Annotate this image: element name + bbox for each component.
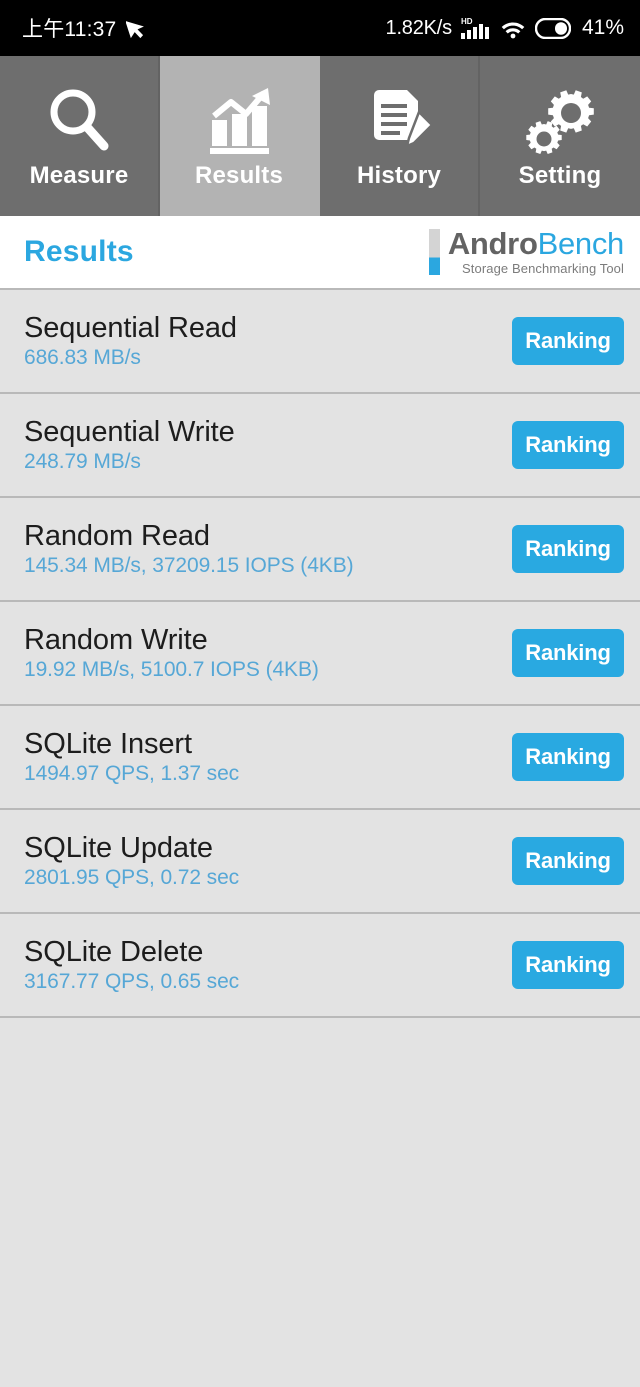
table-row[interactable]: Random Read 145.34 MB/s, 37209.15 IOPS (… bbox=[0, 498, 640, 602]
result-name: SQLite Insert bbox=[24, 727, 192, 760]
bar-chart-icon bbox=[202, 84, 276, 158]
row-text: SQLite Update 2801.95 QPS, 0.72 sec bbox=[24, 831, 240, 890]
result-value: 1494.97 QPS, 1.37 sec bbox=[24, 762, 240, 786]
result-name: Random Read bbox=[24, 519, 210, 552]
row-text: Sequential Read 686.83 MB/s bbox=[24, 311, 237, 370]
table-row[interactable]: Random Write 19.92 MB/s, 5100.7 IOPS (4K… bbox=[0, 602, 640, 706]
result-value: 19.92 MB/s, 5100.7 IOPS (4KB) bbox=[24, 658, 319, 682]
result-value: 686.83 MB/s bbox=[24, 346, 141, 370]
wifi-icon bbox=[501, 22, 525, 39]
logo-name-first: Andro bbox=[447, 226, 538, 262]
ranking-button[interactable]: Ranking bbox=[512, 941, 624, 989]
table-row[interactable]: SQLite Insert 1494.97 QPS, 1.37 sec Rank… bbox=[0, 706, 640, 810]
tab-measure-label: Measure bbox=[29, 162, 129, 189]
logo-name: AndroBench bbox=[448, 228, 624, 260]
table-row[interactable]: SQLite Update 2801.95 QPS, 0.72 sec Rank… bbox=[0, 810, 640, 914]
androbench-logo: AndroBench Storage Benchmarking Tool bbox=[428, 228, 624, 276]
result-value: 2801.95 QPS, 0.72 sec bbox=[24, 866, 240, 890]
result-value: 145.34 MB/s, 37209.15 IOPS (4KB) bbox=[24, 554, 354, 578]
ranking-button[interactable]: Ranking bbox=[512, 421, 624, 469]
status-bar-left: 上午11:37 bbox=[22, 13, 148, 43]
network-speed-text: 1.82K/s bbox=[385, 16, 453, 39]
ranking-button[interactable]: Ranking bbox=[512, 837, 624, 885]
list-empty-area bbox=[0, 1018, 640, 1387]
tab-setting[interactable]: Setting bbox=[480, 56, 640, 216]
hd-signal-icon: HD bbox=[460, 17, 489, 39]
row-text: SQLite Delete 3167.77 QPS, 0.65 sec bbox=[24, 935, 240, 994]
result-name: Sequential Read bbox=[24, 311, 237, 344]
row-text: Random Write 19.92 MB/s, 5100.7 IOPS (4K… bbox=[24, 623, 319, 682]
result-name: Sequential Write bbox=[24, 415, 235, 448]
magnifier-icon bbox=[42, 84, 116, 158]
gears-icon bbox=[523, 84, 597, 158]
document-pencil-icon bbox=[362, 84, 436, 158]
tab-history-label: History bbox=[356, 162, 442, 189]
tab-bar: Measure Results History Setting bbox=[0, 56, 640, 216]
page-title: Results bbox=[24, 235, 134, 268]
ranking-button[interactable]: Ranking bbox=[512, 317, 624, 365]
battery-icon bbox=[534, 17, 571, 39]
tab-results[interactable]: Results bbox=[160, 56, 320, 216]
row-text: Sequential Write 248.79 MB/s bbox=[24, 415, 235, 474]
row-text: SQLite Insert 1494.97 QPS, 1.37 sec bbox=[24, 727, 240, 786]
battery-percent-text: 41% bbox=[581, 16, 624, 39]
cursor-arrow-icon bbox=[126, 20, 145, 39]
tab-measure[interactable]: Measure bbox=[0, 56, 160, 216]
page-header: Results AndroBench Storage Benchmarking … bbox=[0, 216, 640, 290]
ranking-button[interactable]: Ranking bbox=[512, 525, 624, 573]
tab-history[interactable]: History bbox=[320, 56, 480, 216]
app-screen: 上午11:37 1.82K/s HD 41% Measure Results H… bbox=[0, 0, 640, 1387]
logo-text: AndroBench Storage Benchmarking Tool bbox=[448, 228, 624, 276]
table-row[interactable]: Sequential Write 248.79 MB/s Ranking bbox=[0, 394, 640, 498]
status-bar: 上午11:37 1.82K/s HD 41% bbox=[0, 0, 640, 56]
logo-name-second: Bench bbox=[537, 226, 625, 262]
row-text: Random Read 145.34 MB/s, 37209.15 IOPS (… bbox=[24, 519, 354, 578]
logo-bar-icon bbox=[428, 228, 440, 275]
table-row[interactable]: Sequential Read 686.83 MB/s Ranking bbox=[0, 290, 640, 394]
tab-results-label: Results bbox=[194, 162, 284, 189]
result-name: SQLite Update bbox=[24, 831, 213, 864]
table-row[interactable]: SQLite Delete 3167.77 QPS, 0.65 sec Rank… bbox=[0, 914, 640, 1018]
result-name: SQLite Delete bbox=[24, 935, 204, 968]
clock-text: 上午11:37 bbox=[22, 18, 117, 41]
result-name: Random Write bbox=[24, 623, 208, 656]
ranking-button[interactable]: Ranking bbox=[512, 733, 624, 781]
logo-tagline: Storage Benchmarking Tool bbox=[462, 260, 624, 276]
result-value: 248.79 MB/s bbox=[24, 450, 141, 474]
result-value: 3167.77 QPS, 0.65 sec bbox=[24, 970, 240, 994]
tab-setting-label: Setting bbox=[518, 162, 602, 189]
svg-text:HD: HD bbox=[461, 17, 473, 26]
ranking-button[interactable]: Ranking bbox=[512, 629, 624, 677]
status-bar-right: 1.82K/s HD 41% bbox=[386, 16, 624, 40]
results-list: Sequential Read 686.83 MB/s Ranking Sequ… bbox=[0, 290, 640, 1018]
